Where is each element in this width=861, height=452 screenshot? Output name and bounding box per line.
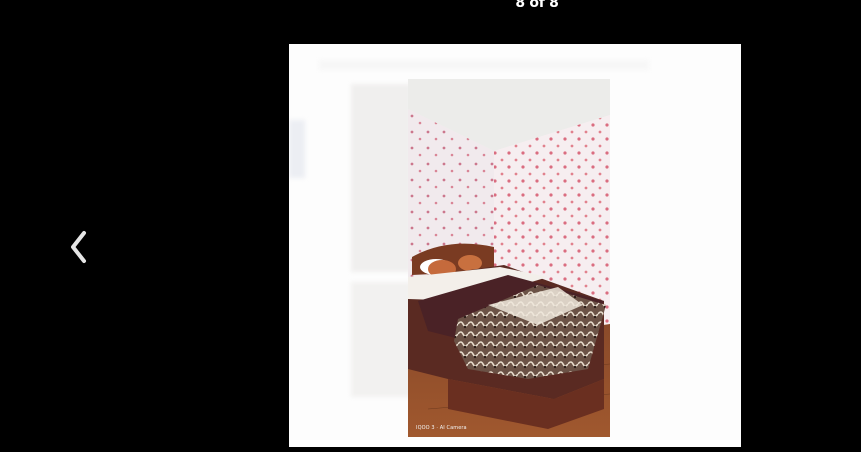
- bedroom-photo-illustration: [408, 79, 610, 437]
- bedroom-photo: IQOO 3 · AI Camera: [408, 79, 610, 437]
- chevron-left-icon: [71, 231, 86, 263]
- blurred-background-panel: [319, 60, 649, 70]
- blurred-background-panel: [351, 84, 411, 272]
- previous-image-button[interactable]: [58, 222, 98, 272]
- camera-watermark: IQOO 3 · AI Camera: [416, 425, 467, 431]
- image-counter: 8 of 8: [515, 0, 559, 11]
- photo-frame: IQOO 3 · AI Camera: [289, 44, 741, 447]
- image-lightbox: 8 of 8 IQOO 3 · AI Camera: [0, 0, 861, 452]
- blurred-background-panel: [351, 282, 411, 397]
- blurred-background-panel: [289, 120, 305, 178]
